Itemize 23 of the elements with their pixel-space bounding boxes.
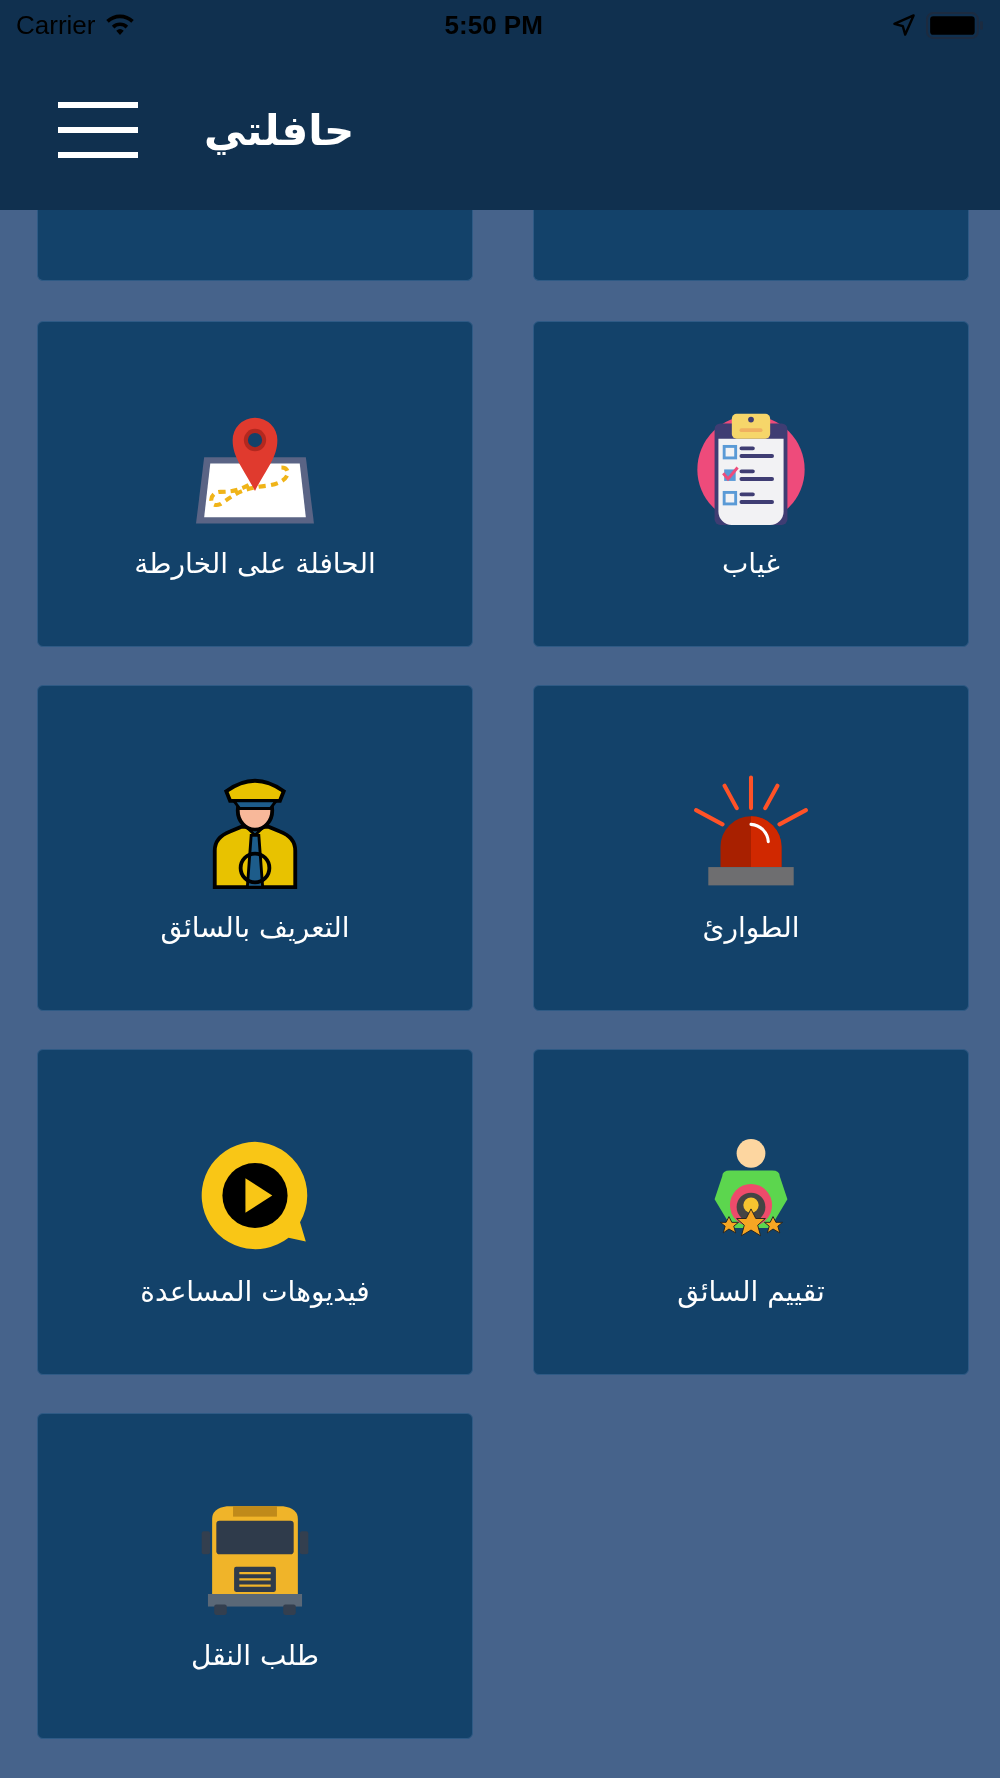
card-background[interactable] xyxy=(37,210,473,281)
status-time: 5:50 PM xyxy=(443,9,544,41)
tile-label: التعريف بالسائق xyxy=(160,911,350,944)
menu-tile[interactable]: فيديوهات المساعدة xyxy=(37,1049,473,1375)
tile-label: الحافلة على الخارطة xyxy=(134,547,376,580)
tile-label: الطوارئ xyxy=(702,911,800,944)
menu-button[interactable] xyxy=(58,100,138,160)
tile-label: تقييم السائق xyxy=(677,1275,825,1308)
carrier-name: Carrier xyxy=(16,9,96,41)
wifi-icon xyxy=(105,13,136,37)
tile-label: فيديوهات المساعدة xyxy=(140,1275,370,1308)
app-title: حافلتي xyxy=(204,105,355,155)
menu-tile[interactable]: التعريف بالسائق xyxy=(37,685,473,1011)
menu-tile[interactable]: طلب النقل xyxy=(37,1413,473,1739)
location-arrow-icon xyxy=(892,13,916,37)
menu-tile[interactable]: الطوارئ xyxy=(533,685,969,1011)
battery-icon xyxy=(926,11,984,39)
menu-tile[interactable]: الحافلة على الخارطة xyxy=(37,321,473,647)
tile-label: غياب xyxy=(722,547,780,580)
menu-tile[interactable]: تقييم السائق xyxy=(533,1049,969,1375)
card-background[interactable] xyxy=(533,210,969,281)
menu-tile[interactable]: غياب xyxy=(533,321,969,647)
tile-label: طلب النقل xyxy=(190,1639,320,1672)
